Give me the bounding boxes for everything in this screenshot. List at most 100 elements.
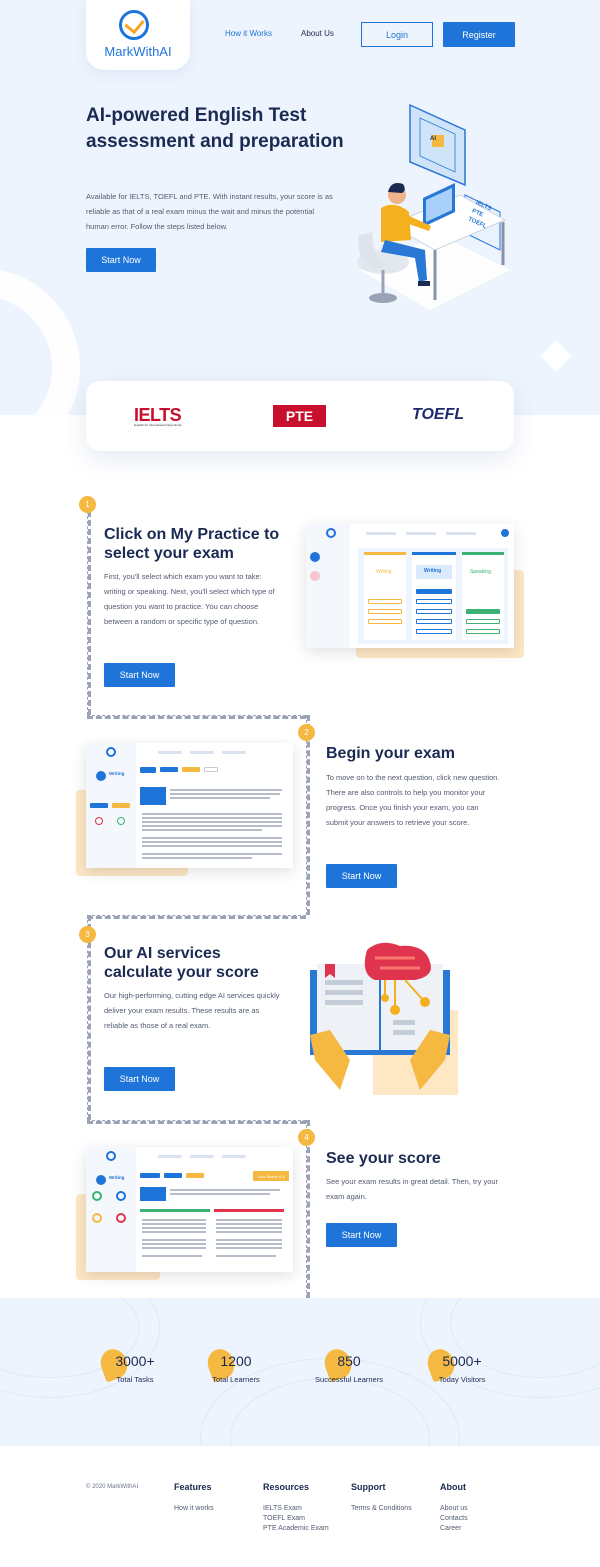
mockup-text-line — [142, 813, 282, 815]
mockup-chip — [140, 1173, 160, 1178]
mockup-chip — [160, 767, 178, 772]
mockup-tab — [158, 751, 182, 754]
nav-how-it-works[interactable]: How it Works — [225, 29, 272, 38]
mockup-text-line — [142, 841, 282, 843]
mockup-text-line — [142, 821, 282, 823]
footer-link-toefl-exam[interactable]: TOEFL Exam — [263, 1515, 305, 1522]
step-2-start-button[interactable]: Start Now — [326, 864, 397, 888]
step-1-description: First, you'll select which exam you want… — [104, 572, 275, 626]
decorative-arc — [0, 268, 80, 415]
footer-heading-support: Support — [351, 1482, 386, 1492]
mockup-control — [90, 803, 108, 808]
mockup-speaking-card: Speaking — [462, 552, 504, 640]
footer-link-how-it-works[interactable]: How it works — [174, 1505, 214, 1512]
mockup-text-line — [216, 1227, 282, 1229]
mockup-tab — [190, 751, 214, 754]
mockup-text-line — [142, 853, 282, 855]
mockup-text-line — [170, 1193, 270, 1195]
footer-link-career[interactable]: Career — [440, 1525, 461, 1532]
footer-link-about-us[interactable]: About us — [440, 1505, 468, 1512]
mockup-score-ring — [116, 1213, 126, 1223]
mockup-text-line — [142, 857, 252, 859]
stat-value: 3000+ — [115, 1353, 155, 1369]
footer-link-contacts[interactable]: Contacts — [440, 1515, 468, 1522]
step-1-number: 1 — [79, 496, 96, 513]
logo[interactable]: MarkWithAI — [86, 0, 190, 70]
step-2-number: 2 — [298, 724, 315, 741]
mockup-text-line — [142, 1255, 202, 1257]
register-button[interactable]: Register — [443, 22, 515, 47]
login-button[interactable]: Login — [361, 22, 433, 47]
stat-successful-learners: 850 Successful Learners — [299, 1345, 399, 1384]
timeline-line — [87, 511, 91, 715]
mockup-text-line — [142, 817, 282, 819]
mockup-user-icon — [501, 529, 509, 537]
mockup-speaking-label: Speaking — [470, 569, 491, 575]
mockup-sidebar — [306, 524, 350, 648]
mockup-avatar — [96, 771, 106, 781]
mockup-option — [466, 619, 500, 624]
mockup-text-line — [216, 1223, 282, 1225]
footer-link-ielts-exam[interactable]: IELTS Exam — [263, 1505, 302, 1512]
mockup-tab — [446, 532, 476, 535]
nav-about-us[interactable]: About Us — [301, 29, 334, 38]
mockup-option — [416, 619, 452, 624]
mockup-option — [416, 629, 452, 634]
mockup-option — [466, 609, 500, 614]
step-4-screenshot: Writing Your Score: 6.5 — [86, 1147, 293, 1272]
stats-section: 3000+ Total Tasks 1200 Total Learners 85… — [0, 1298, 600, 1446]
mockup-score-badge: Your Score: 6.5 — [253, 1171, 289, 1181]
timeline-line — [306, 715, 310, 915]
footer-link-terms[interactable]: Terms & Conditions — [351, 1505, 412, 1512]
mockup-text-line — [142, 829, 262, 831]
mockup-text-line — [142, 1243, 206, 1245]
step-3-description: Our high-performing, cutting edge AI ser… — [104, 991, 280, 1030]
step-3-number: 3 — [79, 926, 96, 943]
step-3-start-button[interactable]: Start Now — [104, 1067, 175, 1091]
step-2-title: Begin your exam — [326, 745, 455, 762]
timeline-line — [87, 915, 306, 919]
logo-text: MarkWithAI — [104, 44, 172, 59]
ai-book-illustration — [310, 942, 458, 1095]
step-4-start-button[interactable]: Start Now — [326, 1223, 397, 1247]
stat-value: 1200 — [220, 1353, 252, 1369]
hero-start-button[interactable]: Start Now — [86, 248, 156, 272]
mockup-logo-icon — [106, 747, 116, 757]
stat-total-tasks: 3000+ Total Tasks — [85, 1345, 185, 1384]
ielts-logo-subtitle: English for International Opportunity — [134, 423, 182, 427]
pte-logo: PTE — [273, 405, 326, 427]
mockup-text-line — [216, 1239, 282, 1241]
step-1-start-button[interactable]: Start Now — [104, 663, 175, 687]
mockup-avatar — [310, 552, 320, 562]
step-1-screenshot: Writing Writing Speaking — [306, 524, 514, 648]
mockup-writing-label: Writing — [109, 771, 125, 776]
partner-logos: IELTS English for International Opportun… — [86, 381, 514, 451]
mockup-text-line — [170, 1189, 280, 1191]
hero-description: Available for IELTS, TOEFL and PTE. With… — [86, 192, 333, 231]
mockup-score-ring — [92, 1191, 102, 1201]
mockup-option — [416, 589, 452, 594]
mockup-cancel-icon — [95, 817, 103, 825]
mockup-chip — [204, 767, 218, 772]
stat-value: 5000+ — [442, 1353, 482, 1369]
footer-heading-about: About — [440, 1482, 466, 1492]
step-4-description: See your exam results in great detail. T… — [326, 1177, 499, 1201]
step-4-title: See your score — [326, 1150, 441, 1167]
mockup-text-line — [216, 1247, 282, 1249]
mockup-tab — [406, 532, 436, 535]
mockup-option — [368, 599, 402, 604]
mockup-score-ring — [92, 1213, 102, 1223]
mockup-text-line — [170, 797, 270, 799]
mockup-score-header — [140, 1209, 210, 1212]
timeline-line — [87, 1120, 306, 1124]
mockup-text-line — [142, 1223, 206, 1225]
footer-heading-features: Features — [174, 1482, 212, 1492]
mockup-avatar — [96, 1175, 106, 1185]
mockup-text-line — [170, 789, 282, 791]
mockup-writing-label: Writing — [109, 1175, 125, 1180]
mockup-text-line — [170, 793, 280, 795]
hero-title: AI-powered English Test assessment and p… — [86, 105, 344, 152]
footer-link-pte-exam[interactable]: PTE Academic Exam — [263, 1525, 329, 1532]
mockup-writing-card: Writing — [364, 552, 406, 640]
mockup-tab — [158, 1155, 182, 1158]
